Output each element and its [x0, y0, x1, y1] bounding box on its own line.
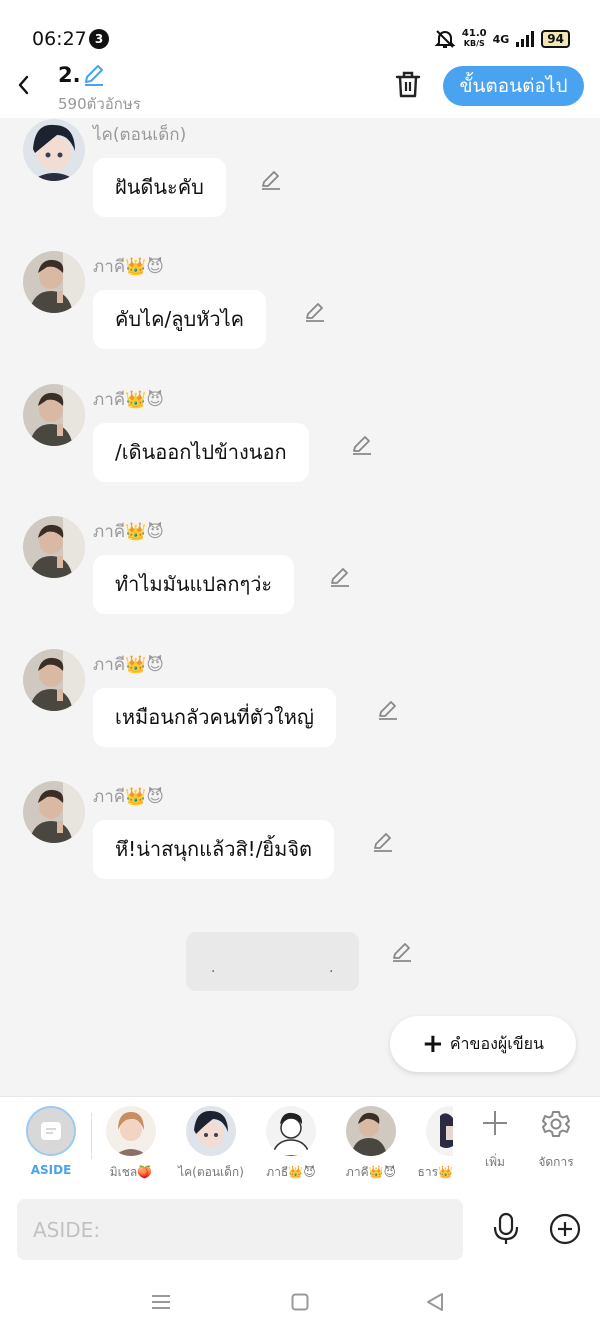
- man-avatar: [23, 384, 85, 446]
- edit-message-pencil-icon[interactable]: [371, 830, 395, 854]
- aside-label: ASIDE: [30, 1163, 72, 1177]
- plus-icon: +: [422, 1029, 444, 1059]
- message-sender-name: ภาคี👑😈: [93, 390, 165, 410]
- gear-icon: [542, 1111, 570, 1137]
- author-note-label: คำของผู้เขียน: [449, 1033, 544, 1053]
- aside-text-input[interactable]: [17, 1199, 463, 1260]
- message-sender-name: ภาคี👑😈: [93, 655, 165, 675]
- partial-avatar: [426, 1106, 453, 1156]
- blonde-avatar: [106, 1106, 156, 1156]
- man-avatar: [23, 649, 85, 711]
- plus-icon: [483, 1111, 507, 1135]
- edit-message-pencil-icon[interactable]: [328, 565, 352, 589]
- boy-avatar: [23, 119, 85, 181]
- message-sender-name: ภาคี👑😈: [93, 257, 165, 277]
- divider: [91, 1113, 92, 1159]
- message-bubble[interactable]: หึ!น่าสนุกแล้วสิ!/ยิ้มจิต: [93, 820, 335, 879]
- edit-message-pencil-icon[interactable]: [350, 433, 374, 457]
- character-selector-bar: ASIDE มิเชล🍑 ไค(ตอนเด็ก) ภาธี👑😈 ภาคี👑😈 ธ…: [0, 1096, 600, 1188]
- signal-icon: [516, 31, 535, 47]
- man-avatar: [23, 251, 85, 313]
- edit-title-pencil-icon[interactable]: [82, 63, 106, 87]
- man-avatar: [23, 781, 85, 843]
- message-bubble[interactable]: /เดินออกไปข้างนอก: [93, 423, 309, 482]
- character-count: 590ตัวอักษร: [58, 95, 141, 113]
- battery-indicator: 94: [541, 30, 570, 48]
- system-navigation-bar: [0, 1270, 600, 1333]
- edit-message-pencil-icon[interactable]: [376, 698, 400, 722]
- status-time: 06:27: [32, 28, 87, 50]
- back-triangle-icon[interactable]: [425, 1292, 445, 1312]
- edit-message-pencil-icon[interactable]: [259, 168, 283, 192]
- network-type: 4G: [492, 32, 510, 46]
- man-avatar: [346, 1106, 396, 1156]
- message-sender-name: ภาคี👑😈: [93, 522, 165, 542]
- back-arrow-icon[interactable]: [12, 72, 36, 98]
- boy-avatar: [186, 1106, 236, 1156]
- author-note-button[interactable]: + คำของผู้เขียน: [390, 1016, 576, 1072]
- notification-count-badge: 3: [89, 29, 109, 49]
- message-sender-name: ภาคี👑😈: [93, 787, 165, 807]
- message-bubble[interactable]: คับไค/ลูบหัวไค: [93, 290, 267, 349]
- aside-chip[interactable]: [26, 1106, 76, 1156]
- sketch-avatar: [266, 1106, 316, 1156]
- edit-message-pencil-icon[interactable]: [303, 300, 327, 324]
- microphone-icon[interactable]: [490, 1212, 522, 1246]
- edit-message-pencil-icon[interactable]: [390, 940, 414, 964]
- placeholder-message-bubble[interactable]: . .: [186, 932, 359, 991]
- input-bar: [0, 1188, 600, 1270]
- message-bubble[interactable]: ฝันดีนะคับ: [93, 158, 226, 217]
- message-sender-name: ไค(ตอนเด็ก): [93, 125, 187, 145]
- message-bubble[interactable]: ทำไมมันแปลกๆว่ะ: [93, 555, 295, 614]
- chat-area: ไค(ตอนเด็ก) ฝันดีนะคับ ภาคี👑😈 คับไค/ลูบห…: [0, 118, 600, 1096]
- status-icons: 41.0 KB/S 4G 94: [434, 28, 570, 50]
- man-avatar: [23, 516, 85, 578]
- home-square-icon[interactable]: [291, 1293, 309, 1311]
- character-chip[interactable]: ธาร👑: [411, 1106, 453, 1186]
- mute-bell-icon: [434, 30, 456, 48]
- chat-bubble-icon: [41, 1122, 61, 1140]
- menu-icon[interactable]: [151, 1294, 171, 1310]
- trash-icon[interactable]: [393, 69, 423, 99]
- add-circle-icon[interactable]: [549, 1213, 581, 1245]
- next-step-button[interactable]: ขั้นตอนต่อไป: [443, 66, 584, 106]
- network-speed: 41.0 KB/S: [461, 28, 487, 49]
- status-bar: 06:27 3 41.0 KB/S 4G 94: [0, 0, 600, 62]
- episode-title: 2.: [58, 63, 81, 87]
- message-bubble[interactable]: เหมือนกลัวคนที่ตัวใหญ่: [93, 688, 336, 747]
- editor-header: 2. 590ตัวอักษร ขั้นตอนต่อไป: [0, 62, 600, 118]
